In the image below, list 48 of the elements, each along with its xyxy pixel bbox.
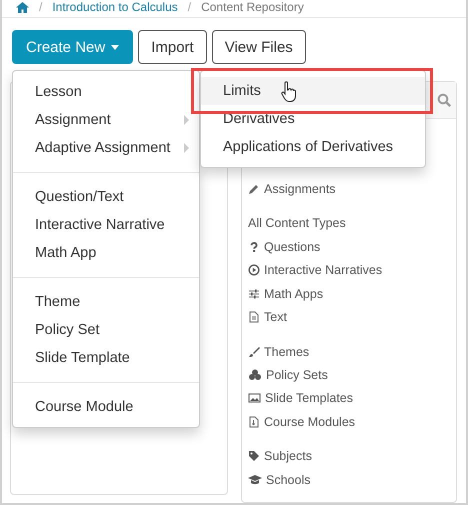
create-new-button[interactable]: Create New: [12, 30, 134, 64]
file-icon: [248, 416, 260, 428]
sidebar-link[interactable]: Assignments: [264, 182, 336, 196]
submenu-arrow-icon: [184, 143, 189, 153]
menu-item[interactable]: Assignment: [13, 106, 199, 134]
document-icon: [248, 311, 260, 324]
menu-item[interactable]: Adaptive Assignment: [13, 134, 199, 162]
toolbar-button[interactable]: Import: [138, 30, 207, 64]
menu-item[interactable]: Interactive Narrative: [13, 211, 199, 239]
menu-item[interactable]: Theme: [13, 288, 199, 316]
sidebar-link[interactable]: Subjects: [264, 449, 312, 464]
submenu-item[interactable]: Applications of Derivatives: [201, 133, 425, 161]
breadcrumb-link[interactable]: Introduction to Calculus: [52, 0, 178, 14]
sidebar-link[interactable]: Themes: [264, 344, 310, 359]
toolbar-button[interactable]: View Files: [212, 30, 306, 64]
sidebar-link[interactable]: Math Apps: [264, 286, 324, 301]
caret-icon: [111, 44, 120, 50]
graduation-cap-icon: [248, 474, 262, 486]
submenu-item[interactable]: Limits: [201, 77, 425, 105]
submenu-item[interactable]: Derivatives: [201, 105, 425, 133]
breadcrumb-separator: /: [39, 0, 42, 14]
menu-item[interactable]: Course Module: [13, 393, 199, 421]
sidebar-link[interactable]: Schools: [266, 472, 310, 487]
submenu-arrow-icon: [184, 115, 189, 125]
pencil-icon: [248, 182, 260, 195]
sliders-icon: [248, 288, 260, 300]
hand-cursor-icon: [281, 81, 297, 103]
breadcrumb-current: Content Repository: [201, 0, 304, 14]
breadcrumb-separator: /: [188, 0, 192, 14]
sidebar-link[interactable]: Questions: [264, 240, 320, 254]
menu-item[interactable]: Policy Set: [13, 316, 199, 344]
menu-item[interactable]: Lesson: [13, 78, 199, 106]
section-heading: All Content Types: [248, 215, 347, 232]
sidebar-link[interactable]: Text: [264, 310, 287, 324]
home-icon[interactable]: [16, 2, 29, 12]
sidebar-link[interactable]: Slide Templates: [265, 391, 354, 406]
play-circle-icon: [248, 264, 260, 276]
image-icon: [248, 392, 261, 404]
brush-icon: [248, 346, 260, 358]
sidebar-link[interactable]: Interactive Narratives: [264, 263, 382, 278]
search-icon[interactable]: [437, 92, 452, 108]
menu-item[interactable]: Slide Template: [13, 344, 199, 372]
sidebar-link[interactable]: Policy Sets: [266, 368, 328, 382]
sidebar-link[interactable]: Course Modules: [264, 414, 356, 429]
menu-item[interactable]: Math App: [13, 239, 199, 267]
tag-icon: [248, 450, 260, 462]
menu-item[interactable]: Question/Text: [13, 183, 199, 211]
question-icon: [248, 241, 260, 254]
